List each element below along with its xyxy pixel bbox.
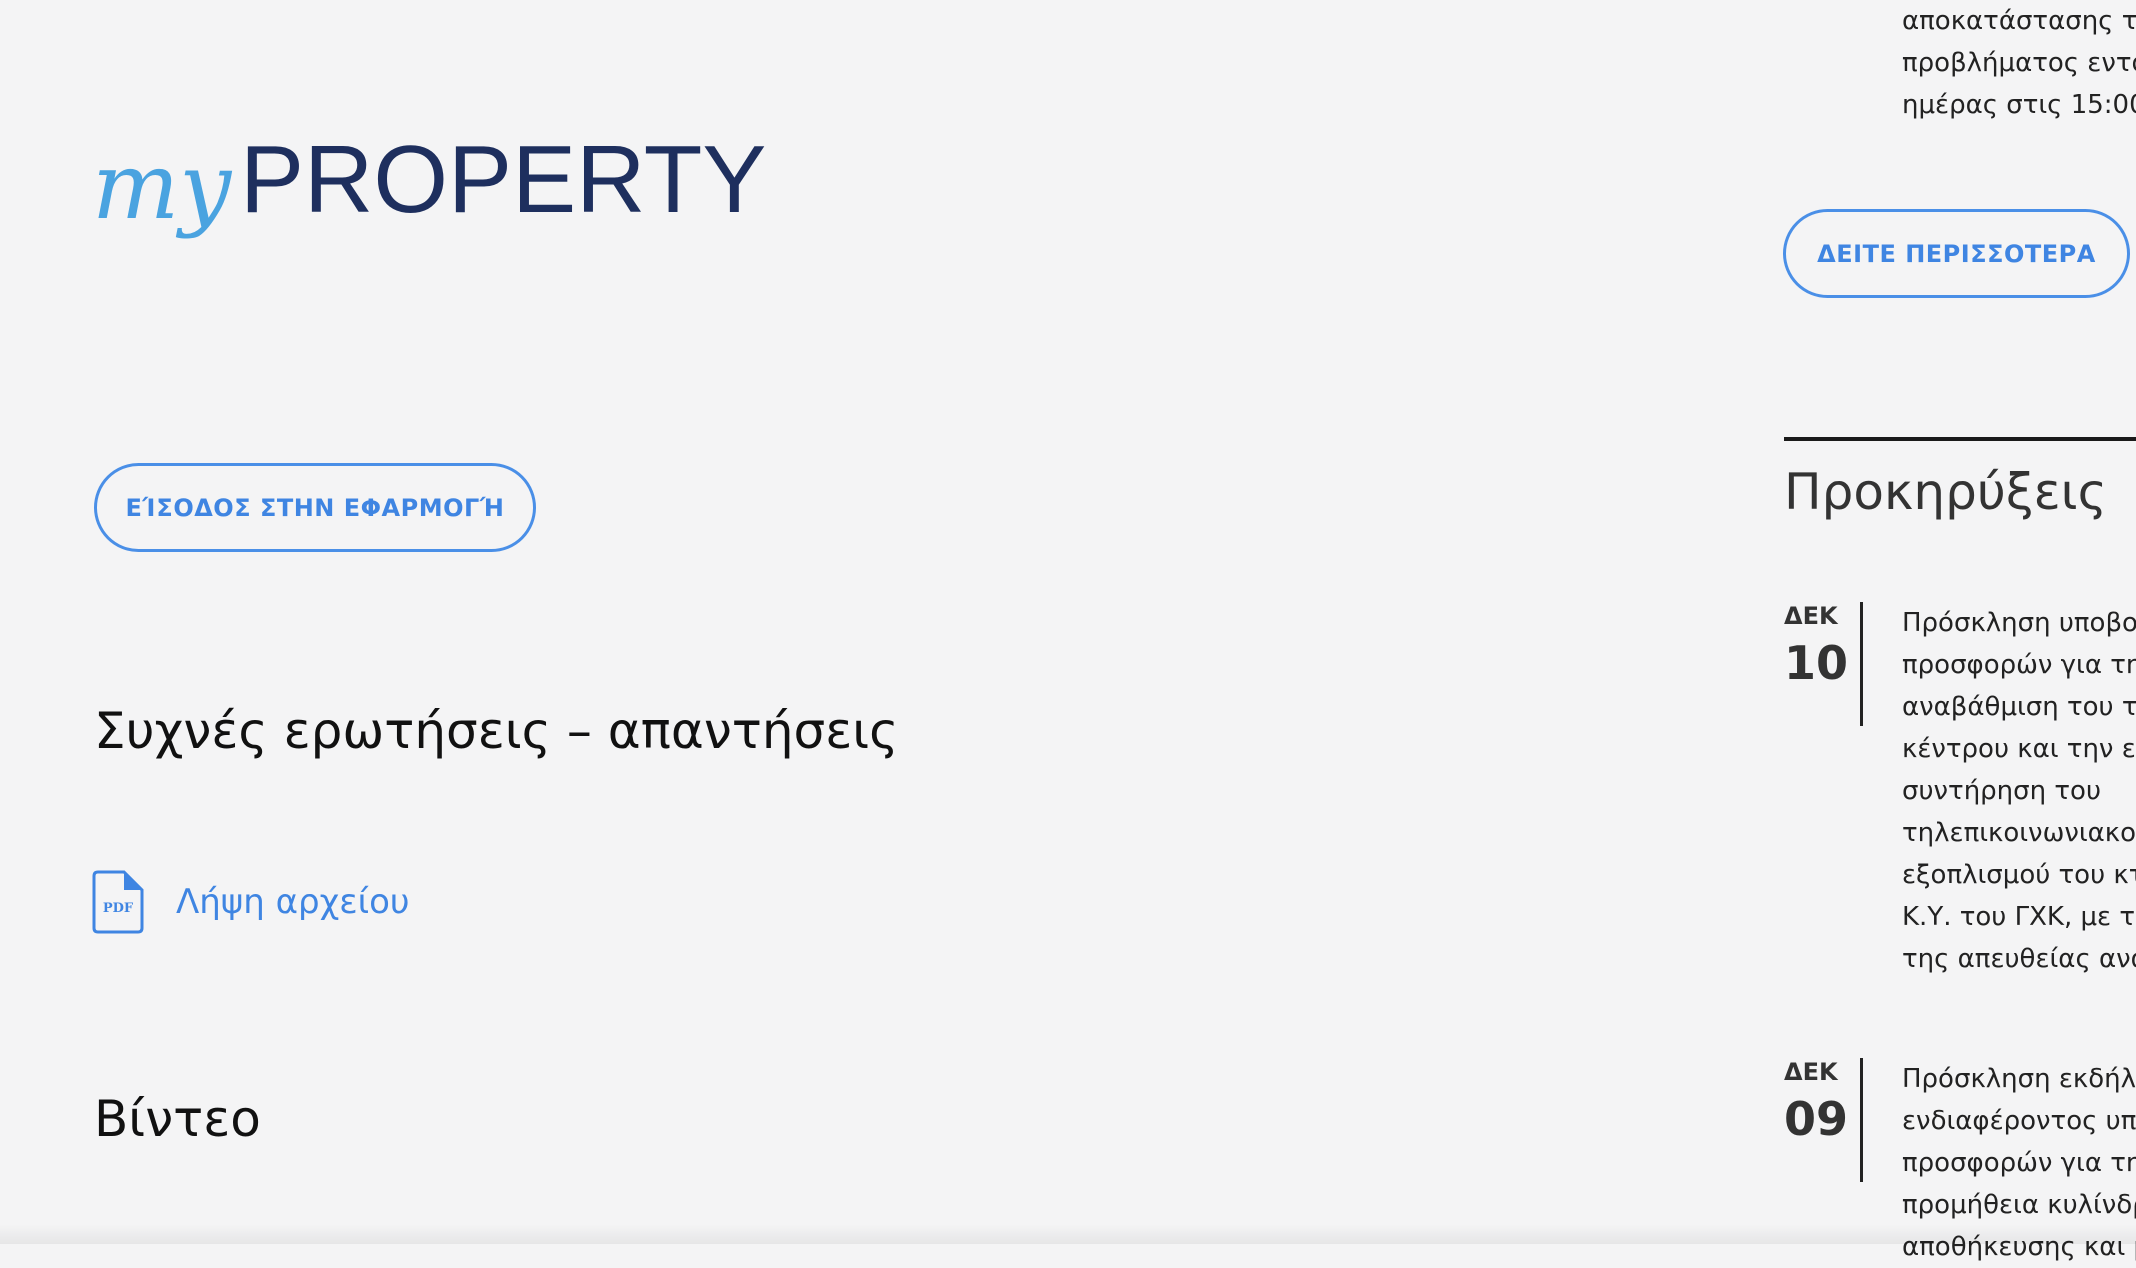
- app-login-label: ΕΊΣΟΔΟΣ ΣΤΗΝ ΕΦΑΡΜΟΓΉ: [125, 493, 505, 522]
- faq-heading: Συχνές ερωτήσεις – απαντήσεις: [94, 702, 899, 760]
- announcement-line: Πρόσκληση εκδήλω: [1902, 1064, 2136, 1094]
- see-more-button[interactable]: ΔΕΙΤΕ ΠΕΡΙΣΣΟΤΕΡΑ: [1783, 209, 2130, 298]
- announcement-line: συντήρηση του: [1902, 776, 2101, 806]
- announcement-line: εξοπλισμού του κτι: [1902, 860, 2136, 890]
- notice-line: προβλήματος εντός: [1902, 48, 2136, 78]
- download-file-link[interactable]: PDF Λήψη αρχείου: [92, 870, 410, 934]
- date-separator-line: [1860, 1058, 1863, 1182]
- app-login-button[interactable]: ΕΊΣΟΔΟΣ ΣΤΗΝ ΕΦΑΡΜΟΓΉ: [94, 463, 536, 552]
- see-more-label: ΔΕΙΤΕ ΠΕΡΙΣΣΟΤΕΡΑ: [1817, 239, 2096, 268]
- logo-property-text: PROPERTY: [240, 126, 766, 233]
- announcement-line: αναβάθμιση του τη: [1902, 692, 2136, 722]
- announcement-line: της απευθείας ανάθ: [1902, 944, 2136, 974]
- notice-line: ημέρας στις 15:00.: [1902, 90, 2136, 120]
- logo-my-text: my: [92, 133, 232, 240]
- date-separator-line: [1860, 602, 1863, 726]
- pdf-file-icon: PDF: [92, 870, 144, 934]
- announcement-line: Κ.Υ. του ΓΧΚ, με τη δ: [1902, 902, 2136, 932]
- download-file-label: Λήψη αρχείου: [176, 882, 410, 922]
- notice-text-tail: αποκατάστασης του προβλήματος εντός ημέρ…: [1902, 0, 2136, 126]
- announcement-line: Πρόσκληση υποβολ: [1902, 608, 2136, 638]
- announcement-text[interactable]: Πρόσκληση υποβολ προσφορών για την αναβά…: [1902, 602, 2136, 980]
- date-month: ΔΕΚ: [1784, 1058, 1838, 1086]
- section-divider: [1784, 437, 2136, 441]
- announcement-date: ΔΕΚ 10: [1784, 602, 1864, 686]
- announcement-item[interactable]: ΔΕΚ 10 Πρόσκληση υποβολ προσφορών για τη…: [1784, 602, 2136, 1022]
- date-day: 09: [1784, 1092, 1849, 1146]
- announcement-line: προμήθεια κυλίνδρ: [1902, 1190, 2136, 1220]
- pdf-icon-label: PDF: [103, 901, 134, 916]
- date-day: 10: [1784, 636, 1849, 690]
- announcement-line: κέντρου και την επι: [1902, 734, 2136, 764]
- announcements-heading: Προκηρύξεις: [1784, 463, 2107, 521]
- bottom-fade: [0, 1224, 2136, 1244]
- announcement-line: προσφορών για την: [1902, 1148, 2136, 1178]
- announcement-date: ΔΕΚ 09: [1784, 1058, 1864, 1142]
- notice-line: αποκατάστασης του: [1902, 6, 2136, 36]
- announcement-line: τηλεπικοινωνιακού: [1902, 818, 2136, 848]
- video-heading: Βίντεο: [94, 1090, 261, 1148]
- announcement-line: προσφορών για την: [1902, 650, 2136, 680]
- myproperty-logo[interactable]: my PROPERTY: [92, 126, 766, 300]
- announcement-line: ενδιαφέροντος υπο: [1902, 1106, 2136, 1136]
- date-month: ΔΕΚ: [1784, 602, 1838, 630]
